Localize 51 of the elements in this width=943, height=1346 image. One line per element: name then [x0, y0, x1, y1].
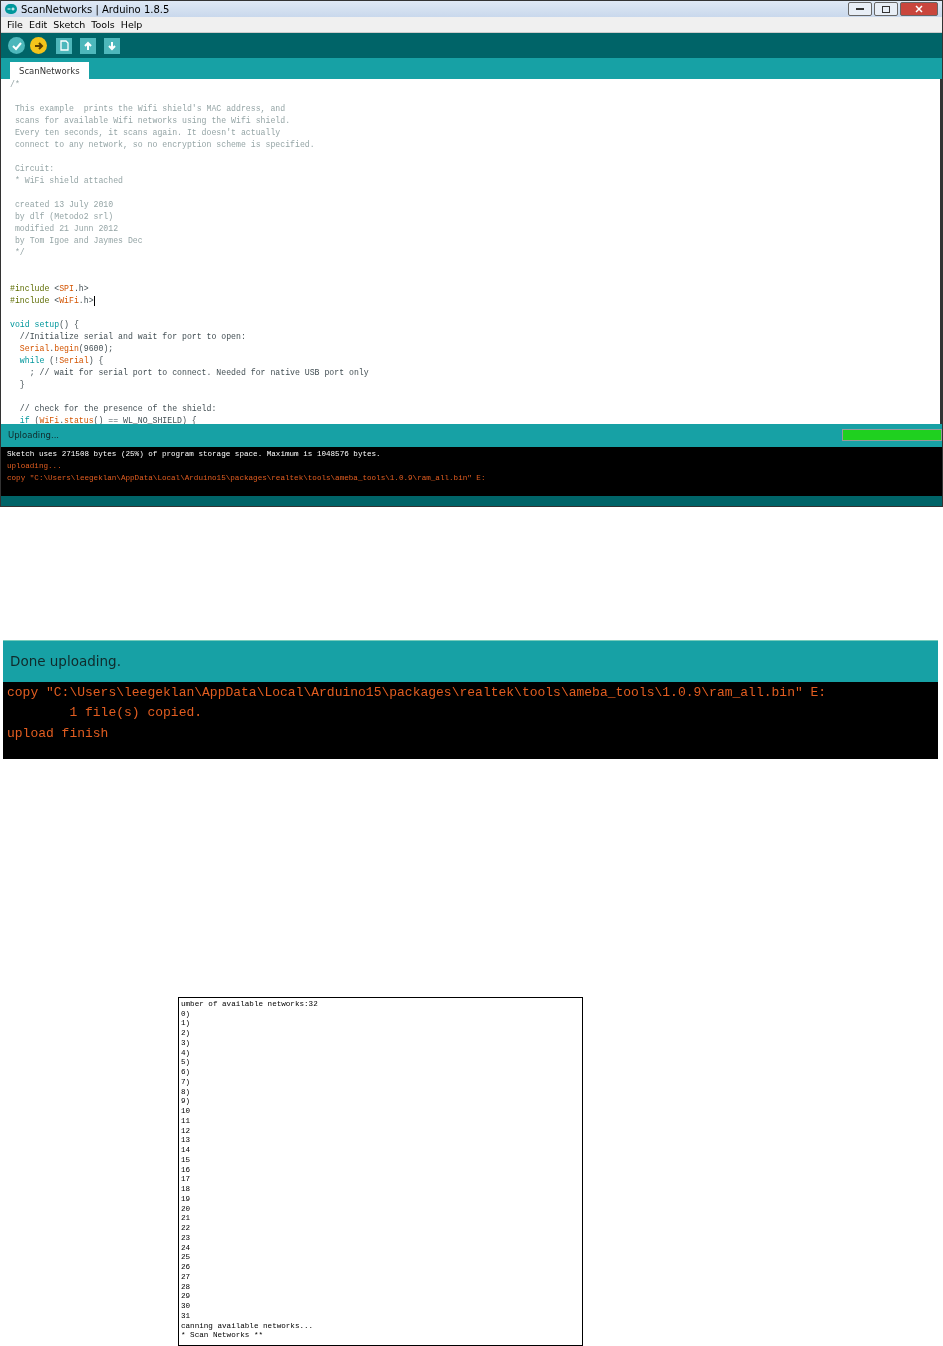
maximize-icon	[882, 5, 890, 13]
menu-item[interactable]: Help	[120, 19, 143, 30]
window-title: ScanNetworks | Arduino 1.8.5	[21, 3, 170, 15]
menu-item[interactable]: Tools	[91, 19, 115, 30]
document-icon	[59, 40, 69, 51]
code-line: #include <WiFi.h>	[10, 295, 96, 307]
code-line: Circuit:	[13, 163, 56, 175]
arrow-down-icon	[107, 40, 117, 51]
status-text: Uploading...	[8, 430, 60, 441]
console-line: upload finish	[7, 724, 110, 743]
close-icon	[915, 5, 923, 13]
sketch-tab[interactable]: ScanNetworks	[10, 62, 89, 79]
code-line: //Initialize serial and wait for port to open:	[18, 331, 247, 343]
arrow-right-icon	[33, 40, 44, 51]
app-icon	[5, 4, 17, 14]
maximize-button[interactable]	[874, 2, 898, 16]
code-line: This example prints the Wifi shield's MAC address, and	[13, 103, 287, 115]
code-line: Every ten seconds, it scans again. It doesn't actually	[13, 127, 282, 139]
status-text: Done uploading.	[10, 653, 121, 670]
code-line: by dlf (Metodo2 srl)	[13, 211, 115, 223]
code-line: * WiFi shield attached	[13, 175, 124, 187]
code-line: if (WiFi.status() == WL_NO_SHIELD) {	[18, 415, 198, 424]
code-line: void setup() {	[10, 319, 80, 331]
code-line: created 13 July 2010	[13, 199, 115, 211]
code-line: scans for available Wifi networks using the Wifi shield.	[13, 115, 292, 127]
code-line: #include <SPI.h>	[10, 283, 90, 295]
save-button[interactable]	[104, 37, 120, 54]
arrow-up-icon	[83, 40, 93, 51]
code-line: modified 21 Junn 2012	[13, 223, 120, 235]
code-line: }	[18, 379, 26, 391]
check-icon	[11, 40, 22, 51]
open-button[interactable]	[80, 37, 96, 54]
close-button[interactable]	[900, 2, 938, 16]
minimize-button[interactable]	[848, 2, 872, 16]
menu-item[interactable]: Edit	[28, 19, 48, 30]
minimize-icon	[856, 7, 864, 11]
code-line: /*	[10, 79, 21, 91]
code-line: while (!Serial) {	[18, 355, 105, 367]
code-line: connect to any network, so no encryption scheme is specified.	[13, 139, 316, 151]
verify-button[interactable]	[8, 37, 25, 54]
code-line: // check for the presence of the shield:	[18, 403, 218, 415]
code-line: by Tom Igoe and Jaymes Dec	[13, 235, 144, 247]
code-line: */	[13, 247, 26, 259]
new-button[interactable]	[56, 37, 72, 54]
code-line: Serial.begin(9600);	[18, 343, 115, 355]
menu-item[interactable]: File	[7, 19, 23, 30]
menu-item[interactable]: Sketch	[53, 19, 86, 30]
upload-button[interactable]	[30, 37, 47, 54]
console-line: copy "C:\Users\leegeklan\AppData\Local\Arduino15\packages\realtek\tools\ameba_tools\1.0.9\ram_all.bin" E:	[7, 683, 828, 702]
console-line: 1 file(s) copied.	[68, 704, 204, 723]
code-line: ; // wait for serial port to connect. Needed for native USB port only	[28, 367, 370, 379]
